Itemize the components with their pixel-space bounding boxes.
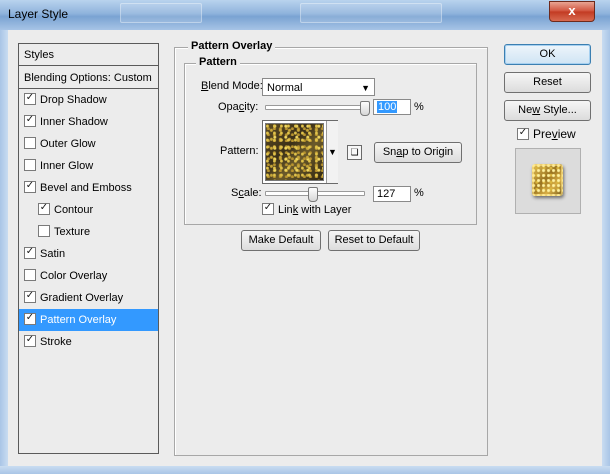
style-preview xyxy=(515,148,581,214)
pattern-thumbnail xyxy=(265,123,324,181)
scale-unit: % xyxy=(414,187,424,199)
scale-value: 127 xyxy=(377,188,396,200)
style-item-gradient-overlay[interactable]: Gradient Overlay xyxy=(19,287,158,309)
style-item-outer-glow[interactable]: Outer Glow xyxy=(19,133,158,155)
chevron-down-icon: ▼ xyxy=(361,83,370,93)
pattern-picker[interactable]: ▼ xyxy=(262,120,338,184)
checkbox[interactable] xyxy=(24,247,36,260)
style-item-pattern-overlay[interactable]: Pattern Overlay xyxy=(19,309,158,331)
checkbox[interactable] xyxy=(24,93,36,106)
style-item-label: Bevel and Emboss xyxy=(40,182,132,194)
pattern-overlay-title: Pattern Overlay xyxy=(188,40,276,52)
reset-button[interactable]: Reset xyxy=(504,72,591,93)
style-item-color-overlay[interactable]: Color Overlay xyxy=(19,265,158,287)
checkbox[interactable] xyxy=(38,203,50,216)
checkbox[interactable] xyxy=(24,115,36,128)
opacity-unit: % xyxy=(414,101,424,113)
style-item-satin[interactable]: Satin xyxy=(19,243,158,265)
style-item-bevel-and-emboss[interactable]: Bevel and Emboss xyxy=(19,177,158,199)
background-window-ghost xyxy=(120,3,202,23)
pattern-subgroup-title: Pattern xyxy=(196,56,240,68)
opacity-slider-track[interactable] xyxy=(265,105,370,110)
style-item-label: Texture xyxy=(54,226,91,238)
scale-label-text-rest: ale: xyxy=(243,187,262,199)
preview-text-rest: iew xyxy=(557,127,576,141)
window-frame-bottom xyxy=(0,466,610,474)
new-style-text-rest: Style... xyxy=(540,104,577,116)
opacity-label-text: Opa xyxy=(218,101,239,113)
background-window-ghost xyxy=(300,3,442,23)
new-style-mnemonic: w xyxy=(532,104,541,116)
style-item-label: Satin xyxy=(40,248,66,260)
ok-button[interactable]: OK xyxy=(504,44,591,65)
style-item-label: Outer Glow xyxy=(40,138,96,150)
title-bar: Layer Style xyxy=(0,0,610,31)
style-item-label: Color Overlay xyxy=(40,270,108,282)
style-item-texture[interactable]: Texture xyxy=(19,221,158,243)
snap-button-text: Sn xyxy=(382,146,397,158)
window-frame-right xyxy=(602,30,610,474)
style-item-label: Drop Shadow xyxy=(40,94,107,106)
scale-slider-thumb[interactable] xyxy=(308,187,319,202)
checkbox[interactable] xyxy=(24,159,36,172)
snap-button-text-rest: p to Origin xyxy=(402,146,454,158)
opacity-slider-thumb[interactable] xyxy=(360,101,370,116)
style-item-contour[interactable]: Contour xyxy=(19,199,158,221)
style-item-label: Stroke xyxy=(40,336,72,348)
opacity-label: Opacity: xyxy=(218,101,258,113)
blend-mode-label: Blend Mode: xyxy=(201,80,263,92)
style-item-drop-shadow[interactable]: Drop Shadow xyxy=(19,89,158,111)
style-item-stroke[interactable]: Stroke xyxy=(19,331,158,353)
window-title: Layer Style xyxy=(8,7,69,21)
close-icon: x xyxy=(568,3,576,18)
checkbox[interactable] xyxy=(517,127,529,140)
scale-label: Scale: xyxy=(231,187,262,199)
opacity-input[interactable]: 100 xyxy=(373,99,411,115)
opacity-value: 100 xyxy=(377,101,398,113)
checkbox[interactable] xyxy=(24,291,36,304)
link-label-text: Lin xyxy=(278,204,293,216)
style-item-label: Inner Glow xyxy=(40,160,94,172)
blend-mode-select[interactable]: Normal ▼ xyxy=(262,78,375,96)
style-item-label: Pattern Overlay xyxy=(40,314,117,326)
preview-thumbnail xyxy=(532,164,563,196)
blend-mode-value: Normal xyxy=(267,82,303,94)
styles-header[interactable]: Styles xyxy=(19,44,158,66)
make-default-button[interactable]: Make Default xyxy=(241,230,321,251)
link-with-layer-checkbox[interactable]: Link with Layer xyxy=(262,203,352,216)
styles-list: Styles Blending Options: Custom Drop Sha… xyxy=(18,43,159,454)
reset-to-default-button[interactable]: Reset to Default xyxy=(328,230,420,251)
preview-text: Pre xyxy=(533,127,552,141)
style-item-inner-glow[interactable]: Inner Glow xyxy=(19,155,158,177)
new-preset-icon[interactable]: ❏ xyxy=(347,145,362,160)
close-button[interactable]: x xyxy=(549,1,595,22)
link-label-text-rest: with Layer xyxy=(298,204,352,216)
scale-input[interactable]: 127 xyxy=(373,186,411,202)
blend-mode-label-text: lend Mode: xyxy=(208,80,263,92)
checkbox[interactable] xyxy=(24,313,36,326)
style-item-inner-shadow[interactable]: Inner Shadow xyxy=(19,111,158,133)
style-item-label: Gradient Overlay xyxy=(40,292,124,304)
blending-options-item[interactable]: Blending Options: Custom xyxy=(19,67,158,89)
window-frame-left xyxy=(0,30,8,474)
checkbox[interactable] xyxy=(24,181,36,194)
style-item-label: Inner Shadow xyxy=(40,116,108,128)
snap-to-origin-button[interactable]: Snap to Origin xyxy=(374,142,462,163)
checkbox[interactable] xyxy=(38,225,50,238)
new-style-button[interactable]: New Style... xyxy=(504,100,591,121)
new-style-text: Ne xyxy=(518,104,533,116)
chevron-down-icon[interactable]: ▼ xyxy=(326,121,338,183)
checkbox[interactable] xyxy=(24,269,36,282)
preview-checkbox[interactable]: Preview xyxy=(517,127,576,141)
pattern-label: Pattern: xyxy=(220,145,259,157)
checkbox[interactable] xyxy=(262,203,274,216)
checkbox[interactable] xyxy=(24,335,36,348)
opacity-label-text-rest: ity: xyxy=(244,101,259,113)
style-item-label: Contour xyxy=(54,204,94,216)
checkbox[interactable] xyxy=(24,137,36,150)
